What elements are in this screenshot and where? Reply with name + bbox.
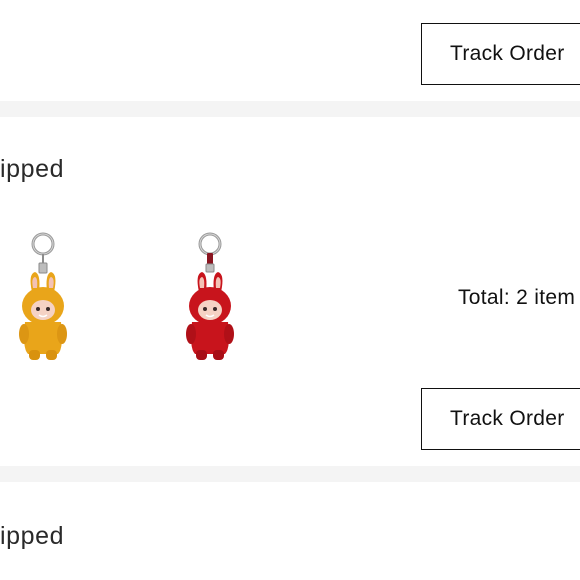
track-order-button[interactable]: Track Order <box>421 23 580 85</box>
card-divider <box>0 101 580 117</box>
order-card[interactable]: ipped <box>0 117 580 466</box>
order-status: ipped <box>0 155 65 183</box>
order-total: Total: 2 item <box>458 286 576 309</box>
product-thumbnail[interactable] <box>8 230 78 365</box>
track-order-button[interactable]: Track Order <box>421 388 580 450</box>
order-status: ipped <box>0 522 65 550</box>
order-card[interactable]: ipped <box>0 482 580 580</box>
yellow-bunny-keychain-image <box>19 232 67 360</box>
order-list-screen: Track Order ipped Total: 2 item Track Or… <box>0 0 580 580</box>
order-card: Track Order <box>0 0 580 101</box>
red-bunny-keychain-image <box>186 232 234 360</box>
card-divider <box>0 466 580 482</box>
product-thumbnail[interactable] <box>175 230 245 365</box>
